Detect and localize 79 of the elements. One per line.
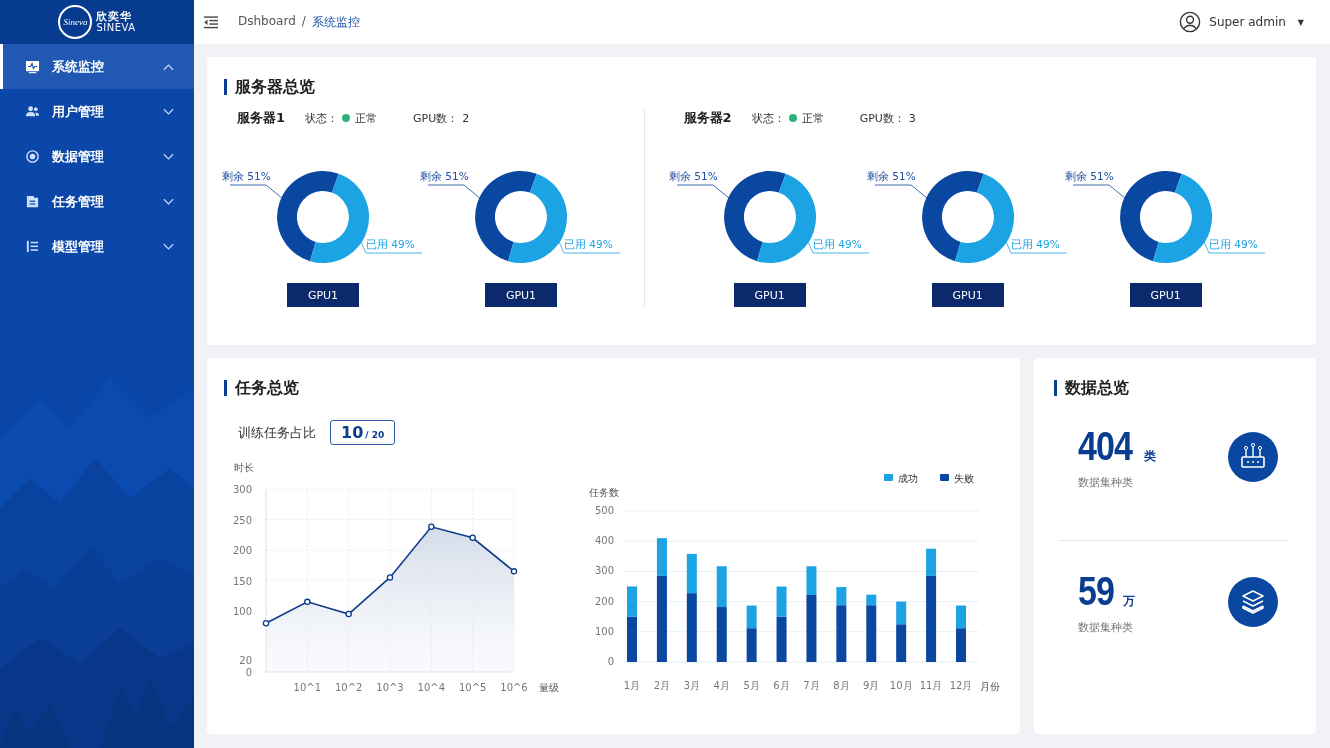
gpu-label: GPU1 [1129,283,1202,307]
ratio-label: 训练任务占比 [238,423,316,442]
data-label: 已用 49% [564,238,613,250]
axis-tick-label: 0 [607,656,614,667]
stat-unit: 类 [1143,448,1156,465]
axis-tick-label: 200 [594,595,614,607]
breadcrumb-separator: / [301,13,306,30]
axis-tick-label: 6月 [773,680,790,691]
axis-tick-label: 4月 [713,680,730,691]
axis-tick-label: 10^5 [458,682,487,693]
axis-tick-label: 10^3 [376,682,404,693]
gpu-label: GPU1 [485,283,557,307]
legend-item: 成功 [884,473,918,484]
legend-item: 失败 [940,473,974,484]
axis-tick-label: 10^1 [293,682,322,693]
server-name: 服务器2 [683,109,732,127]
legend-label: 失败 [954,473,974,484]
server-name: 服务器1 [237,109,286,127]
axis-tick-label: 250 [232,514,252,526]
logo-subtitle: SINEVA [96,23,136,33]
axis-tick-label: 20 [239,654,252,666]
axis-tick-label: 200 [232,545,252,556]
axis-tick-label: 5月 [743,680,760,691]
axis-tick-label: 400 [594,535,614,547]
gpu-label: GPU1 [287,283,359,307]
axis-tick-label: 2月 [653,680,671,691]
axis-tick-label: 500 [594,505,614,516]
data-label: 已用 49% [812,238,862,250]
gpu-count-label: GPU数： [413,110,459,126]
status-value: 正常 [355,110,378,126]
section-title: 数据总览 [1054,380,1292,396]
data-label: 剩余 51% [222,170,271,182]
axis-tick-label: 9月 [863,680,880,691]
axis-tick-label: 10^4 [417,682,446,693]
axis-tick-label: 11月 [919,680,943,691]
axis-tick-label: 1月 [623,680,641,691]
gpu-label: GPU1 [733,283,806,307]
logo-mark: Sineva [58,5,93,39]
axis-tick-label: 3月 [683,680,700,691]
axis-tick-label: 300 [232,484,252,495]
axis-title: 量级 [539,682,559,693]
data-label: 剩余 51% [866,170,916,182]
axis-tick-label: 10^6 [500,682,528,693]
data-label: 已用 49% [1010,238,1060,250]
axis-tick-label: 10^2 [334,682,363,693]
status-label: 状态： [751,110,785,126]
status-value: 正常 [801,110,824,126]
gpu-count: 3 [908,111,916,125]
gpu-label: GPU1 [931,283,1004,307]
data-label: 已用 49% [1208,238,1258,250]
axis-tick-label: 8月 [833,680,850,691]
axis-tick-label: 100 [594,625,614,637]
axis-tick-label: 150 [232,575,252,587]
axis-tick-label: 0 [245,667,252,678]
data-label: 剩余 51% [420,170,469,182]
section-title: 任务总览 [224,380,1004,396]
ratio-value: 10/ 20 [330,420,396,445]
stat-value: 59 [1078,569,1115,614]
legend-label: 成功 [898,473,918,484]
axis-title: 时长 [234,462,254,473]
data-label: 剩余 51% [668,170,718,182]
status-label: 状态： [305,110,339,126]
gpu-count-label: GPU数： [859,110,905,126]
axis-tick-label: 12月 [949,680,973,691]
data-label: 已用 49% [366,238,415,250]
logo-name: 欣奕华 [96,11,134,22]
axis-title: 月份 [980,681,1000,692]
axis-tick-label: 10月 [889,680,913,691]
stat-value: 404 [1078,424,1133,469]
axis-tick-label: 300 [594,565,614,577]
stat-label: 数据集种类 [1078,475,1133,490]
axis-title: 任务数 [589,487,619,498]
data-label: 剩余 51% [1064,170,1114,182]
stat-label: 数据集种类 [1078,620,1133,635]
axis-tick-label: 7月 [803,680,820,691]
axis-tick-label: 100 [232,606,252,617]
section-title: 服务器总览 [224,79,1300,95]
stat-unit: 万 [1122,593,1135,610]
gpu-count: 2 [462,111,470,125]
